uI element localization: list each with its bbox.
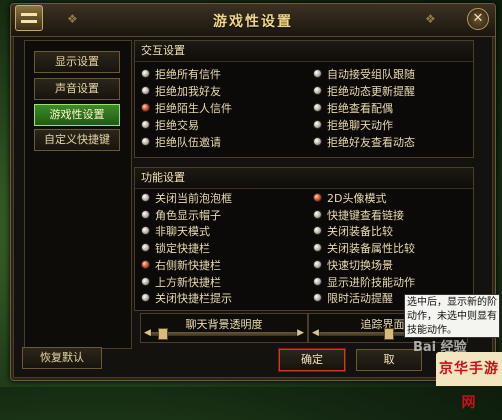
arrow-left-icon[interactable]: ◀ [312, 328, 319, 338]
title-bar: ❖ ❖ 游戏性设置 ✕ [11, 4, 495, 37]
close-icon: ✕ [472, 11, 484, 26]
nav-display-settings[interactable]: 显示设置 [34, 51, 120, 73]
radio-dot-icon [313, 120, 322, 129]
radio-dot-icon [141, 226, 150, 235]
radio-dot-icon [141, 137, 150, 146]
function-settings-panel: 功能设置 关闭当前泡泡框 2D头像模式 角色显示帽子 快捷键查看链接 非聊天模式… [134, 167, 474, 311]
option-label: 锁定快捷栏 [155, 242, 210, 255]
option-label: 拒绝陌生人信件 [155, 102, 232, 115]
nav-gameplay-settings[interactable]: 游戏性设置 [34, 104, 120, 126]
radio-dot-selected-icon [141, 103, 150, 112]
chat-bg-opacity-slider[interactable]: 聊天背景透明度 ◀ ▶ [140, 313, 308, 343]
radio-dot-selected-icon [141, 260, 150, 269]
radio-dot-icon [313, 103, 322, 112]
option-label: 拒绝交易 [155, 119, 199, 132]
option-item[interactable]: 角色显示帽子 [141, 209, 221, 223]
option-label: 非聊天模式 [155, 225, 210, 238]
option-item[interactable]: 关闭当前泡泡框 [141, 192, 232, 206]
arrow-right-icon[interactable]: ▶ [297, 328, 304, 338]
option-label: 拒绝加我好友 [155, 85, 221, 98]
option-label: 拒绝查看配偶 [327, 102, 393, 115]
radio-dot-icon [141, 293, 150, 302]
site-logo: 京华手游网 [436, 352, 502, 411]
option-label: 拒绝好友查看动态 [327, 136, 415, 149]
reset-defaults-button[interactable]: 恢复默认 [22, 347, 102, 369]
radio-dot-icon [313, 277, 322, 286]
option-item[interactable]: 拒绝交易 [141, 119, 199, 133]
option-item[interactable]: 拒绝陌生人信件 [141, 102, 232, 116]
option-label: 拒绝动态更新提醒 [327, 85, 415, 98]
radio-dot-icon [313, 210, 322, 219]
close-button[interactable]: ✕ [467, 8, 489, 30]
nav-custom-hotkeys[interactable]: 自定义快捷键 [34, 129, 120, 151]
interaction-settings-panel: 交互设置 拒绝所有信件 自动接受组队跟随 拒绝加我好友 拒绝动态更新提醒 拒绝陌… [134, 40, 474, 158]
interaction-settings-title: 交互设置 [135, 41, 473, 62]
radio-dot-icon [141, 277, 150, 286]
slider-thumb[interactable] [158, 328, 168, 340]
option-item[interactable]: 拒绝查看配偶 [313, 102, 393, 116]
radio-dot-icon [141, 86, 150, 95]
window-title: 游戏性设置 [213, 14, 293, 30]
option-label: 拒绝聊天动作 [327, 119, 393, 132]
tooltip: 选中后，显示新的阶动作，未选中则显有技能动作。 [404, 294, 500, 338]
option-item[interactable]: 右侧新快捷栏 [141, 259, 221, 273]
option-label: 拒绝所有信件 [155, 68, 221, 81]
option-label: 拒绝队伍邀请 [155, 136, 221, 149]
option-item[interactable]: 拒绝好友查看动态 [313, 136, 415, 150]
radio-dot-selected-icon [313, 193, 322, 202]
option-item[interactable]: 拒绝加我好友 [141, 85, 221, 99]
radio-dot-icon [313, 86, 322, 95]
option-label: 2D头像模式 [327, 192, 387, 205]
option-item[interactable]: 关闭快捷栏提示 [141, 292, 232, 306]
radio-dot-icon [141, 243, 150, 252]
option-item[interactable]: 上方新快捷栏 [141, 276, 221, 290]
option-item[interactable]: 关闭装备比较 [313, 225, 393, 239]
option-item[interactable]: 非聊天模式 [141, 225, 210, 239]
option-item[interactable]: 拒绝聊天动作 [313, 119, 393, 133]
option-label: 自动接受组队跟随 [327, 68, 415, 81]
radio-dot-icon [141, 120, 150, 129]
slider-thumb[interactable] [384, 328, 394, 340]
confirm-button[interactable]: 确定 [279, 349, 345, 371]
slider-track[interactable] [151, 328, 297, 340]
radio-dot-icon [313, 137, 322, 146]
radio-dot-icon [313, 226, 322, 235]
option-label: 右侧新快捷栏 [155, 259, 221, 272]
radio-dot-icon [141, 69, 150, 78]
option-item[interactable]: 快捷键查看链接 [313, 209, 404, 223]
option-label: 快捷键查看链接 [327, 209, 404, 222]
option-item[interactable]: 自动接受组队跟随 [313, 68, 415, 82]
option-label: 关闭当前泡泡框 [155, 192, 232, 205]
option-item[interactable]: 锁定快捷栏 [141, 242, 210, 256]
option-label: 快速切换场景 [327, 259, 393, 272]
radio-dot-icon [141, 193, 150, 202]
option-item[interactable]: 限时活动提醒 [313, 292, 393, 306]
radio-dot-icon [313, 293, 322, 302]
option-item[interactable]: 显示进阶技能动作 [313, 276, 415, 290]
radio-dot-icon [313, 243, 322, 252]
option-label: 角色显示帽子 [155, 209, 221, 222]
radio-dot-icon [313, 260, 322, 269]
function-settings-title: 功能设置 [135, 168, 473, 189]
radio-dot-icon [313, 69, 322, 78]
option-label: 显示进阶技能动作 [327, 276, 415, 289]
option-item[interactable]: 拒绝动态更新提醒 [313, 85, 415, 99]
option-item[interactable]: 2D头像模式 [313, 192, 386, 206]
option-label: 关闭装备比较 [327, 225, 393, 238]
option-item[interactable]: 拒绝所有信件 [141, 68, 221, 82]
option-label: 关闭装备属性比较 [327, 242, 415, 255]
option-item[interactable]: 拒绝队伍邀请 [141, 136, 221, 150]
option-item[interactable]: 快速切换场景 [313, 259, 393, 273]
option-item[interactable]: 关闭装备属性比较 [313, 242, 415, 256]
radio-dot-icon [141, 210, 150, 219]
option-label: 关闭快捷栏提示 [155, 292, 232, 305]
arrow-left-icon[interactable]: ◀ [144, 328, 151, 338]
option-label: 限时活动提醒 [327, 292, 393, 305]
option-label: 上方新快捷栏 [155, 276, 221, 289]
nav-sound-settings[interactable]: 声音设置 [34, 78, 120, 100]
settings-nav: 显示设置 声音设置 游戏性设置 自定义快捷键 [24, 40, 132, 349]
